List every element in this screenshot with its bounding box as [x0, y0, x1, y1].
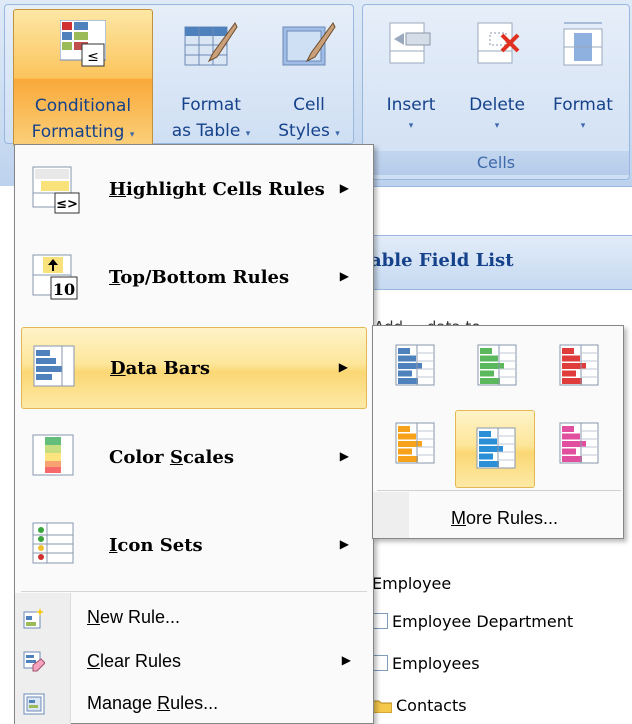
cell-styles-icon: [281, 19, 337, 80]
chevron-down-icon: ▾: [494, 121, 500, 131]
new-rule-icon: [23, 607, 45, 629]
format-button[interactable]: Format ▾: [541, 9, 625, 147]
menu-divider: [21, 591, 367, 592]
styles-group: ≤ Conditional Formatting ▾ Format as Tab…: [4, 4, 354, 147]
data-bars-icon: [32, 344, 82, 394]
color-scales-icon: [31, 433, 81, 483]
insert-label: Insert: [386, 95, 436, 115]
cells-group: Insert ▾ Delete ▾ Format ▾ Cells: [362, 4, 630, 180]
format-as-table-label-2: as Table: [171, 121, 241, 141]
format-label: Format: [553, 95, 613, 115]
tree-item-label: Employee Department: [392, 611, 574, 631]
tree-item-employees[interactable]: ɜ Employees: [360, 648, 632, 678]
delete-button[interactable]: Delete ▾: [455, 9, 539, 147]
submenu-arrow-icon: ▶: [339, 449, 349, 463]
icon-sets-icon: [31, 521, 81, 571]
clear-rules-icon: [23, 651, 46, 673]
field-list-header: able Field List: [360, 236, 632, 290]
menu-item-new-rule[interactable]: New Rule...: [15, 597, 373, 639]
chevron-down-icon: ▾: [245, 129, 251, 139]
conditional-formatting-button[interactable]: ≤ Conditional Formatting ▾: [13, 9, 153, 147]
menu-item-data-bars[interactable]: Data Bars ▶: [21, 327, 367, 409]
cell-styles-button[interactable]: Cell Styles ▾: [267, 9, 351, 147]
insert-button[interactable]: Insert ▾: [369, 9, 453, 147]
orange-data-bar-swatch[interactable]: [381, 410, 447, 476]
menu-item-label: Clear Rules: [87, 651, 182, 671]
red-data-bar-swatch[interactable]: [545, 332, 611, 398]
data-bars-submenu: More Rules...: [372, 325, 624, 539]
manage-rules-icon: [23, 693, 45, 715]
menu-item-clear-rules[interactable]: Clear Rules ▶: [15, 641, 373, 683]
submenu-arrow-icon: ▶: [339, 269, 349, 283]
conditional-formatting-label-1: Conditional: [34, 96, 132, 116]
top-bottom-icon: 10: [31, 253, 81, 303]
tree-item-contacts[interactable]: ɜ Contacts: [360, 690, 632, 720]
conditional-formatting-icon: ≤: [59, 19, 107, 83]
submenu-arrow-icon: ▶: [339, 537, 349, 551]
field-list-title: able Field List: [370, 250, 514, 271]
conditional-formatting-label-2: Formatting: [31, 122, 125, 142]
svg-text:10: 10: [53, 280, 75, 299]
menu-item-icon-sets[interactable]: Icon Sets ▶: [21, 505, 367, 587]
svg-text:≤: ≤: [87, 49, 99, 65]
format-as-table-button[interactable]: Format as Table ▾: [155, 9, 267, 147]
green-data-bar-swatch[interactable]: [463, 332, 529, 398]
purple-data-bar-swatch[interactable]: [545, 410, 611, 476]
more-rules-item[interactable]: More Rules...: [451, 508, 558, 529]
submenu-arrow-icon: ▶: [339, 181, 349, 195]
tree-item-employee[interactable]: ] Employee: [360, 568, 632, 598]
svg-text:≤>: ≤>: [56, 197, 78, 212]
delete-label: Delete: [469, 95, 525, 115]
format-as-table-label-1: Format: [181, 95, 241, 115]
cell-styles-label-1: Cell: [293, 95, 325, 115]
blue-data-bar-swatch[interactable]: [381, 332, 447, 398]
menu-item-label: Data Bars: [110, 358, 211, 379]
checkbox[interactable]: [372, 655, 388, 671]
submenu-divider: [377, 490, 621, 491]
menu-item-label: Highlight Cells Rules: [109, 179, 325, 200]
insert-cells-icon: [386, 19, 436, 76]
cells-group-label: Cells: [363, 151, 629, 175]
chevron-down-icon: ▾: [580, 121, 586, 131]
menu-item-top-bottom-rules[interactable]: 10 Top/Bottom Rules ▶: [21, 237, 367, 319]
menu-item-label: Top/Bottom Rules: [109, 267, 290, 288]
menu-item-label: Manage Rules...: [87, 693, 219, 713]
submenu-arrow-icon: ▶: [338, 360, 348, 374]
submenu-arrow-icon: ▶: [341, 653, 351, 667]
tree-item-label: Employee: [372, 573, 452, 593]
format-cells-icon: [558, 19, 608, 76]
chevron-down-icon: ▾: [129, 130, 135, 140]
light-blue-data-bar-swatch[interactable]: [455, 410, 535, 488]
format-as-table-icon: [183, 19, 239, 80]
cell-styles-label-2: Styles: [278, 121, 330, 141]
menu-item-label: New Rule...: [87, 607, 181, 627]
delete-cells-icon: [472, 19, 522, 76]
menu-item-color-scales[interactable]: Color Scales ▶: [21, 417, 367, 499]
tree-item-employee-department[interactable]: ɜ Employee Department: [360, 606, 632, 636]
tree-item-label: Employees: [392, 653, 480, 673]
checkbox[interactable]: [372, 613, 388, 629]
highlight-cells-icon: ≤>: [31, 165, 81, 215]
chevron-down-icon: ▾: [335, 129, 340, 139]
chevron-down-icon: ▾: [408, 121, 414, 131]
formula-bar[interactable]: [360, 186, 632, 236]
menu-item-label: Icon Sets: [109, 535, 203, 556]
folder-icon: [371, 698, 393, 714]
tree-item-label: Contacts: [396, 695, 467, 715]
submenu-icon-gutter: [373, 492, 409, 538]
menu-item-label: Color Scales: [109, 447, 234, 468]
menu-item-manage-rules[interactable]: Manage Rules...: [15, 683, 373, 724]
conditional-formatting-menu: ≤> Highlight Cells Rules ▶ 10 Top/Bottom…: [14, 144, 374, 724]
menu-item-highlight-cells-rules[interactable]: ≤> Highlight Cells Rules ▶: [21, 149, 367, 231]
